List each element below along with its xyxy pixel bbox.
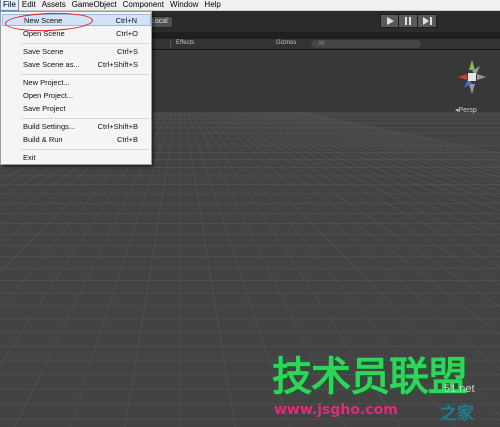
divider [170, 40, 171, 48]
menu-component[interactable]: Component [120, 0, 167, 10]
menu-item-open-scene[interactable]: Open Scene Ctrl+O [2, 27, 151, 39]
watermark-subtitle: 之家 [440, 404, 474, 423]
menu-window[interactable]: Window [167, 0, 201, 10]
menu-item-save-project[interactable]: Save Project [2, 102, 151, 114]
menu-item-label: Save Scene [23, 46, 64, 56]
pause-icon [405, 17, 411, 25]
menu-item-label: Save Project [23, 103, 66, 113]
neg-y-axis-cone[interactable] [469, 84, 475, 94]
pause-button[interactable] [399, 14, 418, 28]
menu-item-shortcut: Ctrl+Shift+S [97, 59, 138, 69]
menu-bar: File Edit Assets GameObject Component Wi… [0, 0, 500, 11]
menu-item-shortcut: Ctrl+B [116, 134, 138, 144]
watermark-url: www.jsgho.com [274, 402, 398, 418]
menu-item-exit[interactable]: Exit [2, 151, 151, 163]
y-axis-cone[interactable] [469, 60, 475, 70]
play-button[interactable] [380, 14, 399, 28]
watermark-domain: 51.net [444, 383, 475, 395]
menu-item-label: Save Scene as... [23, 59, 80, 69]
file-menu-dropdown: New Scene Ctrl+N Open Scene Ctrl+O Save … [0, 11, 152, 165]
menu-separator [21, 149, 149, 150]
gizmo-center-cube[interactable] [468, 73, 476, 81]
projection-label[interactable]: ◂Persp [455, 106, 477, 114]
menu-item-shortcut: Ctrl+Shift+B [97, 121, 138, 131]
menu-item-new-project[interactable]: New Project... [2, 76, 151, 88]
x-axis-cone[interactable] [458, 74, 467, 80]
menu-item-label: New Project... [23, 77, 70, 87]
watermark: 技术员联盟 51.net www.jsgho.com 之家 [272, 355, 500, 427]
menu-edit[interactable]: Edit [19, 0, 39, 10]
menu-item-label: Build Settings... [23, 121, 76, 131]
play-controls [380, 14, 437, 28]
scene-search-input[interactable]: All [311, 40, 421, 48]
menu-item-build-settings[interactable]: Build Settings... Ctrl+Shift+B [2, 120, 151, 132]
persp-text: Persp [458, 107, 477, 114]
menu-help[interactable]: Help [201, 0, 223, 10]
menu-separator [21, 118, 149, 119]
menu-file[interactable]: File [0, 0, 19, 11]
menu-item-label: Open Project... [23, 90, 74, 100]
menu-item-label: Open Scene [23, 28, 65, 38]
menu-assets[interactable]: Assets [39, 0, 69, 10]
menu-item-save-scene[interactable]: Save Scene Ctrl+S [2, 45, 151, 57]
menu-item-save-scene-as[interactable]: Save Scene as... Ctrl+Shift+S [2, 58, 151, 70]
menu-item-label: Build & Run [23, 134, 63, 144]
menu-item-shortcut: Ctrl+S [116, 46, 138, 56]
menu-item-shortcut: Ctrl+N [115, 15, 137, 25]
step-icon [422, 17, 432, 25]
step-button[interactable] [418, 14, 437, 28]
orientation-gizmo[interactable] [455, 58, 489, 108]
menu-item-label: Exit [23, 152, 36, 162]
neg-x-axis-cone[interactable] [477, 74, 486, 80]
menu-separator [21, 74, 149, 75]
menu-item-shortcut: Ctrl+O [116, 28, 138, 38]
play-icon [386, 17, 394, 25]
watermark-title: 技术员联盟 [272, 354, 468, 400]
menu-gameobject[interactable]: GameObject [69, 0, 120, 10]
gizmos-dropdown[interactable]: Gizmos [276, 40, 296, 46]
menu-separator [21, 43, 149, 44]
menu-item-open-project[interactable]: Open Project... [2, 89, 151, 101]
menu-item-build-and-run[interactable]: Build & Run Ctrl+B [2, 133, 151, 145]
effects-dropdown[interactable]: Effects [176, 40, 194, 46]
